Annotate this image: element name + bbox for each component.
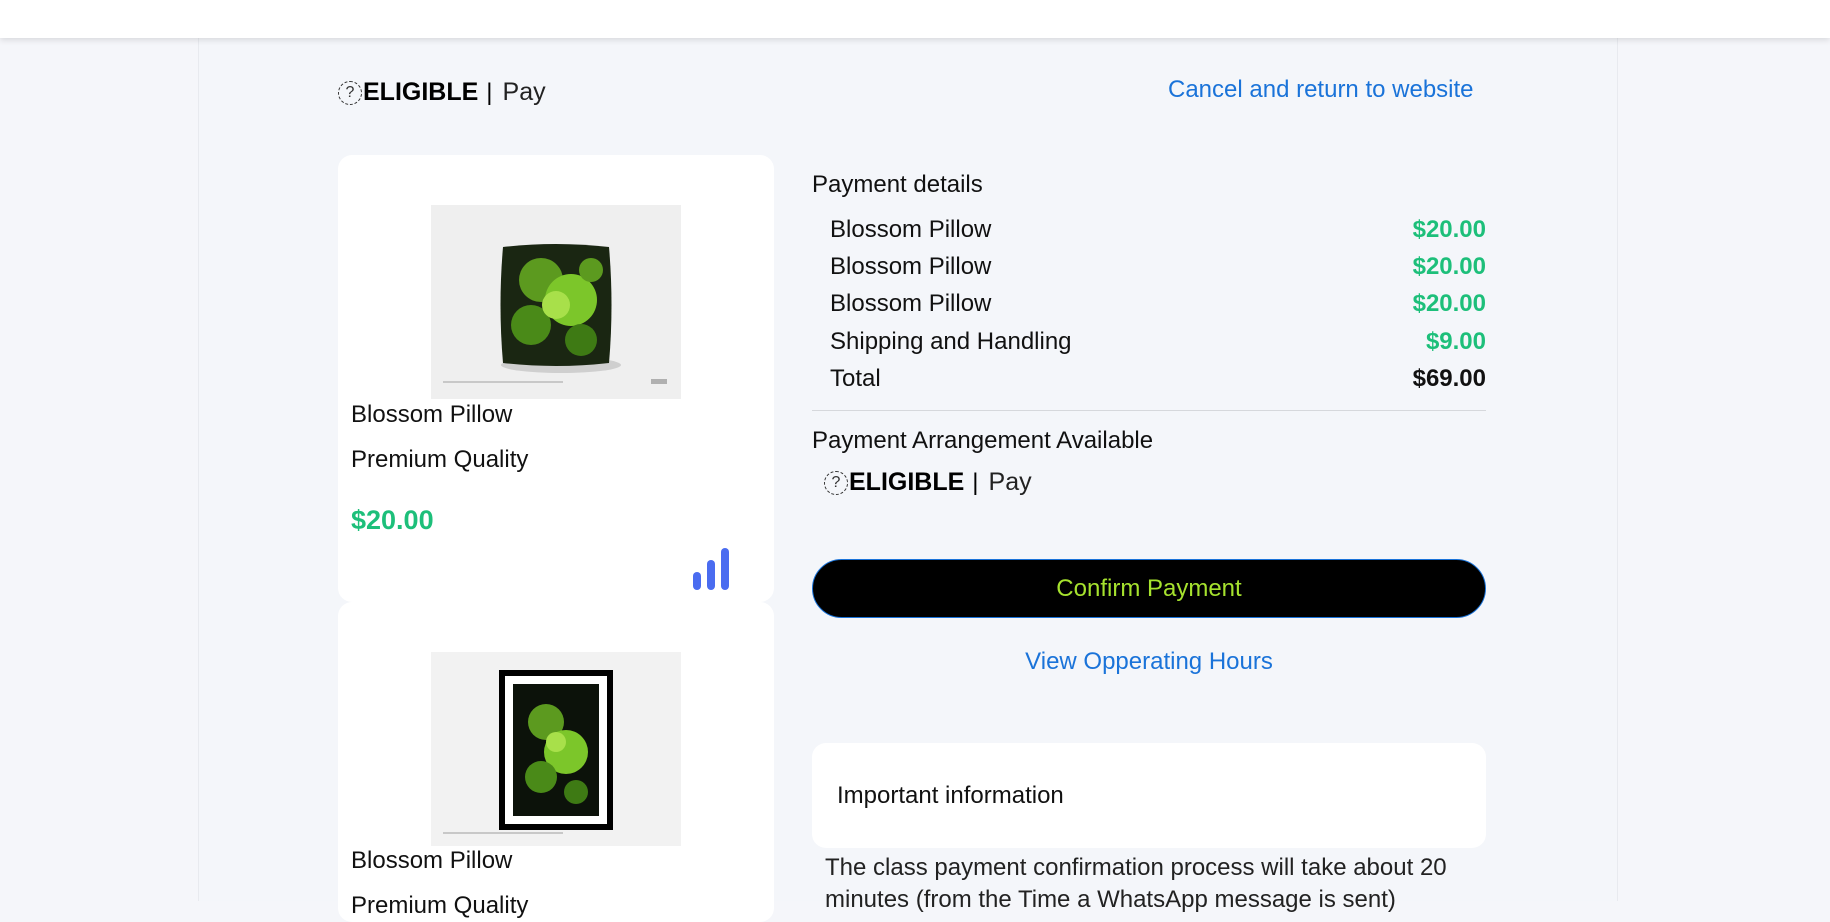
line-item-amount: $9.00 (1425, 328, 1486, 355)
view-operating-hours-link[interactable]: View Opperating Hours (812, 648, 1486, 676)
brand-name: ELIGIBLE (363, 78, 479, 106)
line-item-amount: $20.00 (1412, 290, 1486, 317)
important-info-box: Important information (812, 743, 1486, 848)
framed-print-image (431, 652, 681, 846)
product-price: $20.00 (351, 505, 434, 535)
product-name: Blossom Pillow (351, 847, 513, 874)
total-row: Total $69.00 (830, 365, 1486, 393)
total-amount: $69.00 (1412, 365, 1486, 392)
brand-name: ELIGIBLE (849, 468, 965, 496)
product-subtitle: Premium Quality (351, 446, 529, 473)
signal-bars-icon (693, 548, 733, 595)
question-circle-icon: ? (824, 470, 848, 495)
important-info-title: Important information (837, 782, 1064, 809)
product-card: Blossom Pillow Premium Quality $20.00 (338, 155, 774, 602)
line-item-amount: $20.00 (1412, 216, 1486, 243)
brand-pay: Pay (502, 78, 546, 106)
line-item-label: Blossom Pillow (830, 253, 992, 280)
payment-arrangement-title: Payment Arrangement Available (812, 427, 1154, 454)
line-item-label: Blossom Pillow (830, 290, 992, 317)
confirm-payment-button[interactable]: Confirm Payment (812, 559, 1486, 618)
line-item: Shipping and Handling $9.00 (830, 328, 1486, 356)
brand-separator: | (972, 468, 979, 496)
important-info-text: The class payment confirmation process w… (825, 854, 1447, 913)
arrangement-brand-logo: ? ELIGIBLE | Pay (824, 468, 1032, 497)
pillow-image (431, 205, 681, 399)
product-card: Blossom Pillow Premium Quality (338, 602, 774, 922)
payment-details-title: Payment details (812, 171, 983, 198)
cancel-return-link[interactable]: Cancel and return to website (1168, 76, 1474, 104)
product-name: Blossom Pillow (351, 401, 513, 428)
product-subtitle: Premium Quality (351, 892, 529, 919)
divider (812, 410, 1486, 411)
line-item: Blossom Pillow $20.00 (830, 290, 1486, 318)
line-item: Blossom Pillow $20.00 (830, 253, 1486, 281)
brand-logo: ? ELIGIBLE | Pay (338, 78, 546, 107)
brand-separator: | (486, 78, 493, 106)
line-item-amount: $20.00 (1412, 253, 1486, 280)
line-item: Blossom Pillow $20.00 (830, 216, 1486, 244)
question-circle-icon: ? (338, 80, 362, 105)
brand-pay: Pay (988, 468, 1032, 496)
top-bar (0, 0, 1830, 38)
line-item-label: Blossom Pillow (830, 216, 992, 243)
total-label: Total (830, 365, 881, 392)
line-item-label: Shipping and Handling (830, 328, 1072, 355)
